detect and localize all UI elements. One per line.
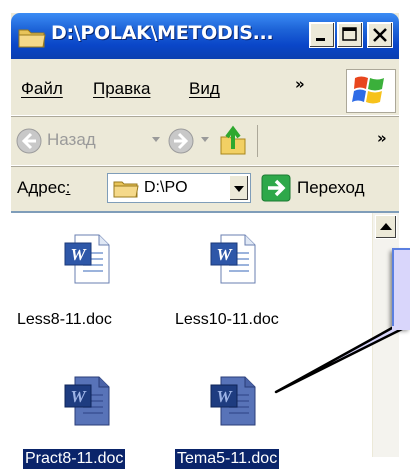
- file-name-tema5[interactable]: Tema5-11.doc: [175, 449, 280, 469]
- toolbar-overflow-chevron[interactable]: »: [377, 129, 387, 147]
- explorer-window: D:\POLAK\METODIS... Файл Правка Вид » На…: [11, 13, 399, 469]
- forward-dropdown-icon[interactable]: [200, 136, 210, 144]
- svg-text:W: W: [70, 387, 87, 406]
- scroll-up-button[interactable]: [375, 215, 397, 239]
- file-list-view[interactable]: W Less8-11.doc W Less10-11.doc W Pract8-…: [11, 211, 399, 469]
- window-title: D:\POLAK\METODIS...: [51, 22, 274, 44]
- up-folder-icon[interactable]: [217, 125, 249, 157]
- maximize-button[interactable]: [337, 22, 363, 48]
- address-dropdown-button[interactable]: [229, 175, 249, 201]
- close-button[interactable]: [367, 22, 393, 48]
- file-name-pract8[interactable]: Pract8-11.doc: [23, 449, 126, 469]
- word-document-icon: W: [210, 234, 256, 284]
- word-document-icon: W: [64, 234, 110, 284]
- file-icon-tema5[interactable]: W: [209, 375, 259, 427]
- file-icon-less8[interactable]: W: [63, 233, 113, 285]
- menu-overflow-chevron[interactable]: »: [295, 75, 305, 93]
- back-button-label[interactable]: Назад: [47, 130, 96, 150]
- standard-toolbar: Назад »: [11, 117, 399, 166]
- back-dropdown-icon[interactable]: [151, 136, 161, 144]
- menu-file[interactable]: Файл: [21, 79, 63, 99]
- windows-logo-icon: [346, 69, 396, 113]
- menu-edit[interactable]: Правка: [93, 79, 150, 99]
- address-label: Адрес:: [17, 178, 71, 197]
- callout-bubble: [392, 248, 410, 328]
- address-value: D:\PO: [144, 179, 188, 196]
- address-field[interactable]: D:\PO: [107, 173, 251, 203]
- menu-bar: Файл Правка Вид »: [11, 65, 399, 116]
- go-button-label: Переход: [297, 178, 365, 197]
- address-bar: Адрес: D:\PO Переход: [11, 167, 399, 209]
- file-icon-pract8[interactable]: W: [63, 375, 113, 427]
- minimize-button[interactable]: [309, 22, 335, 48]
- word-document-icon: W: [210, 376, 256, 426]
- svg-text:W: W: [216, 387, 233, 406]
- folder-icon: [113, 181, 139, 198]
- forward-arrow-icon[interactable]: [167, 127, 195, 155]
- go-arrow-icon: [261, 174, 291, 202]
- toolbar-separator: [257, 125, 258, 157]
- svg-text:W: W: [216, 245, 233, 264]
- menu-view[interactable]: Вид: [189, 79, 220, 99]
- title-bar[interactable]: D:\POLAK\METODIS...: [11, 13, 399, 59]
- word-document-icon: W: [64, 376, 110, 426]
- go-button[interactable]: Переход: [257, 171, 397, 205]
- file-name-less8[interactable]: Less8-11.doc: [17, 311, 112, 329]
- file-icon-less10[interactable]: W: [209, 233, 259, 285]
- file-name-less10[interactable]: Less10-11.doc: [175, 311, 279, 329]
- folder-icon: [18, 29, 46, 48]
- back-arrow-icon[interactable]: [15, 127, 43, 155]
- svg-text:W: W: [70, 245, 87, 264]
